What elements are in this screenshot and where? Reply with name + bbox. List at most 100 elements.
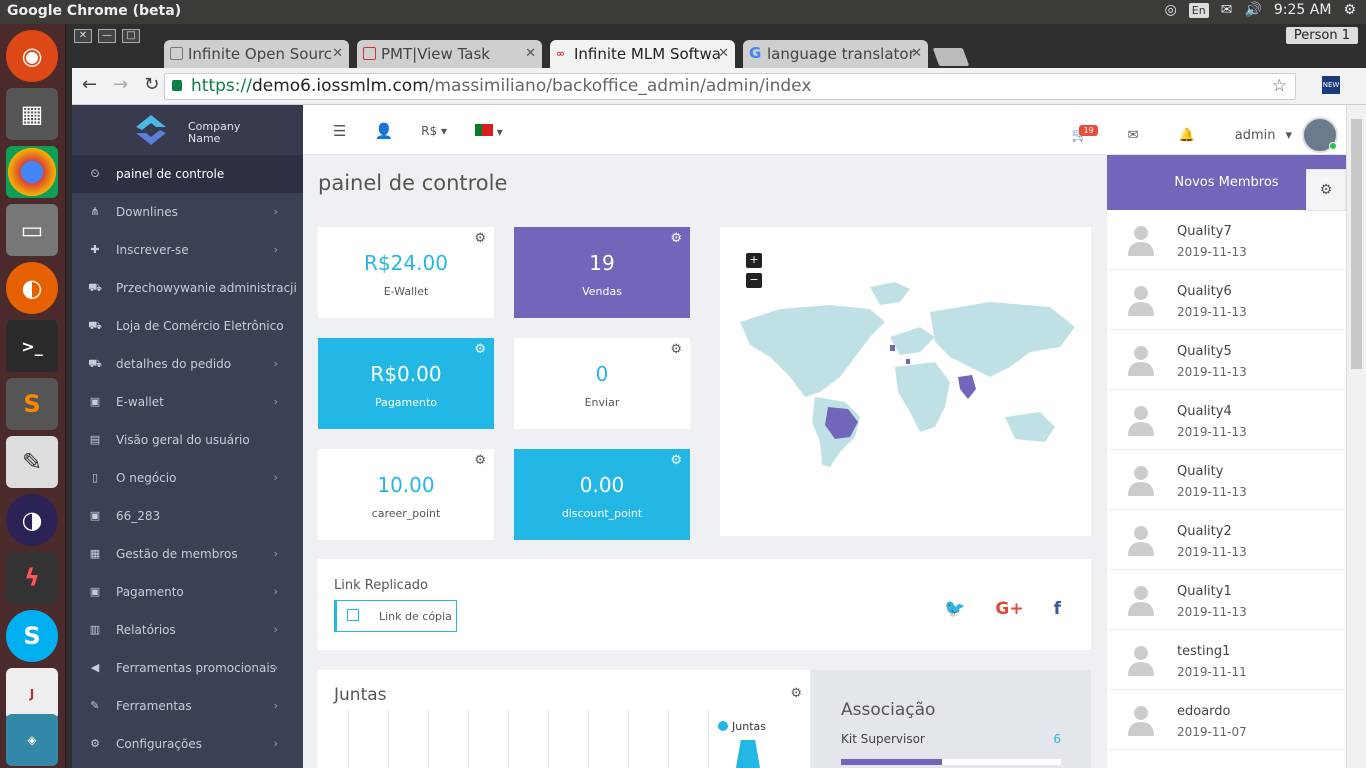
gear-icon[interactable]: ⚙ (474, 342, 486, 357)
chrome-beta-icon[interactable] (6, 146, 58, 198)
settings-gear-icon[interactable]: ⚙ (1306, 169, 1346, 211)
sidebar-menu: ⏲ painel de controle ⋔ Downlines › ✚ Inscrever… (72, 155, 303, 763)
volume-icon[interactable]: 🔊 (1244, 2, 1261, 18)
member-item[interactable]: Quality5 2019-11-13 (1107, 330, 1346, 390)
workbench-icon[interactable]: ◈ (6, 714, 58, 766)
sidebar-item[interactable]: ▥ Relatórios › (72, 611, 303, 649)
close-window-button[interactable]: ✕ (74, 29, 92, 43)
map-europe (890, 327, 935, 355)
member-item[interactable]: Quality 2019-11-13 (1107, 450, 1346, 510)
gear-icon[interactable]: ⚙ (670, 453, 682, 468)
sublime-icon[interactable]: S (6, 378, 58, 430)
close-tab-icon[interactable]: ✕ (718, 46, 729, 61)
ubuntu-icon[interactable]: ◉ (6, 30, 58, 82)
calculator-icon[interactable]: ▦ (6, 88, 58, 140)
minimize-window-button[interactable]: — (98, 29, 116, 43)
skype-icon[interactable]: S (6, 610, 58, 662)
wifi-icon[interactable]: ◎ (1165, 2, 1177, 18)
extension-new-icon[interactable]: NEW (1322, 76, 1340, 94)
close-tab-icon[interactable]: ✕ (332, 46, 343, 61)
sidebar-item[interactable]: ▦ Gestão de membros › (72, 535, 303, 573)
scrollbar-thumb[interactable] (1351, 119, 1362, 369)
settings-gear-icon[interactable]: ⚙ (1343, 2, 1356, 18)
sidebar-item[interactable]: ✚ Inscrever-se › (72, 231, 303, 269)
kit-progress-bar (841, 759, 1061, 765)
twitter-icon[interactable]: 🐦 (944, 599, 965, 619)
filezilla-icon[interactable]: ϟ (6, 552, 58, 604)
bookmark-star-icon[interactable]: ☆ (1272, 76, 1287, 96)
sidebar-item[interactable]: ▣ 66_283 (72, 497, 303, 535)
new-tab-button[interactable] (932, 48, 970, 66)
member-item[interactable]: edoardo 2019-11-07 (1107, 690, 1346, 750)
copy-link-button[interactable]: Link de cópia (334, 600, 457, 632)
member-item[interactable]: Quality6 2019-11-13 (1107, 270, 1346, 330)
language-dropdown[interactable]: ▾ (474, 123, 503, 139)
card-label: Pagamento (374, 396, 438, 409)
facebook-icon[interactable]: f (1054, 599, 1061, 619)
address-bar-row: ← → ↻ https://demo6.iossmlm.com/massimil… (72, 68, 1366, 105)
member-item[interactable]: Quality7 2019-11-13 (1107, 210, 1346, 270)
gear-icon[interactable]: ⚙ (790, 686, 802, 701)
cart-icon[interactable]: 🛒19 (1071, 124, 1098, 143)
text-editor-icon[interactable]: ✎ (6, 436, 58, 488)
company-logo[interactable]: Company Name (72, 105, 303, 155)
tab-pmt-view-task[interactable]: PMT|View Task ✕ (357, 40, 542, 68)
close-tab-icon[interactable]: ✕ (911, 46, 922, 61)
gear-icon[interactable]: ⚙ (474, 231, 486, 246)
reload-icon[interactable]: ↻ (144, 74, 159, 95)
clock[interactable]: 9:25 AM (1274, 2, 1332, 18)
terminal-icon[interactable]: >_ (6, 320, 58, 372)
gear-icon[interactable]: ⚙ (474, 453, 486, 468)
sidebar-item[interactable]: ◀ Ferramentas promocionais › (72, 649, 303, 687)
eclipse-icon[interactable]: ◑ (6, 494, 58, 546)
member-item[interactable]: Quality1 2019-11-13 (1107, 570, 1346, 630)
sidebar-item[interactable]: ⛟ detalhes do pedido › (72, 345, 303, 383)
files-icon[interactable]: ▭ (6, 204, 58, 256)
tab-infinite-open-source[interactable]: Infinite Open Sourc ✕ (164, 40, 349, 68)
tab-label: Infinite MLM Softwa (574, 45, 721, 63)
profile-button[interactable]: Person 1 (1285, 27, 1358, 44)
sidebar-item-label: Relatórios (116, 623, 176, 637)
gear-icon[interactable]: ⚙ (670, 231, 682, 246)
language-indicator[interactable]: En (1188, 2, 1209, 18)
google-plus-icon[interactable]: G+ (995, 599, 1023, 619)
member-item[interactable]: Quality4 2019-11-13 (1107, 390, 1346, 450)
forward-arrow-icon[interactable]: → (113, 74, 128, 95)
sidebar-item-label: Downlines (116, 205, 178, 219)
world-map[interactable]: + − (720, 227, 1091, 536)
tab-infinite-mlm[interactable]: ∞ Infinite MLM Softwa ✕ (550, 40, 735, 68)
maximize-window-button[interactable]: □ (122, 29, 140, 43)
user-menu[interactable]: admin ▾ (1235, 117, 1338, 153)
sidebar-item[interactable]: ▤ Visão geral do usuário (72, 421, 303, 459)
gear-icon[interactable]: ⚙ (670, 342, 682, 357)
chart-legend[interactable]: Juntas (718, 720, 766, 733)
menu-toggle-icon[interactable]: ☰ (333, 122, 346, 140)
sidebar-item[interactable]: ⋔ Downlines › (72, 193, 303, 231)
back-arrow-icon[interactable]: ← (82, 74, 97, 95)
sidebar-item[interactable]: ⏲ painel de controle (72, 155, 303, 193)
user-icon[interactable]: 👤 (374, 122, 393, 140)
close-tab-icon[interactable]: ✕ (525, 46, 536, 61)
tab-language-translator[interactable]: Glanguage translator ✕ (743, 40, 928, 68)
sidebar-item[interactable]: ▣ E-wallet › (72, 383, 303, 421)
sidebar-item[interactable]: ⛟ Loja de Comércio Eletrônico (72, 307, 303, 345)
member-item[interactable]: testing1 2019-11-11 (1107, 630, 1346, 690)
sidebar-item[interactable]: ✎ Ferramentas › (72, 687, 303, 725)
currency-dropdown[interactable]: R$ ▾ (421, 124, 447, 138)
sidebar-item[interactable]: ⚙ Configurações › (72, 725, 303, 763)
url-host: demo6.iossmlm.com (251, 76, 429, 96)
mail-icon[interactable]: ✉ (1221, 2, 1233, 18)
firefox-icon[interactable]: ◐ (6, 262, 58, 314)
sidebar-item[interactable]: ▯ O negócio › (72, 459, 303, 497)
jitsi-icon[interactable]: J (6, 668, 58, 720)
member-item[interactable]: Quality2 2019-11-13 (1107, 510, 1346, 570)
sidebar-item-label: Configurações (116, 737, 202, 751)
page-scrollbar[interactable] (1346, 105, 1366, 768)
mail-icon[interactable]: ✉ (1128, 128, 1139, 143)
bell-icon[interactable]: 🔔 (1179, 128, 1195, 143)
url-input[interactable]: https://demo6.iossmlm.com/massimiliano/b… (164, 73, 1296, 100)
sidebar-item[interactable]: ⛟ Przechowywanie administracji (72, 269, 303, 307)
sidebar-item[interactable]: ▣ Pagamento › (72, 573, 303, 611)
sidebar-item-label: painel de controle (116, 167, 225, 181)
sidebar-item-icon: ⏲ (90, 167, 100, 180)
